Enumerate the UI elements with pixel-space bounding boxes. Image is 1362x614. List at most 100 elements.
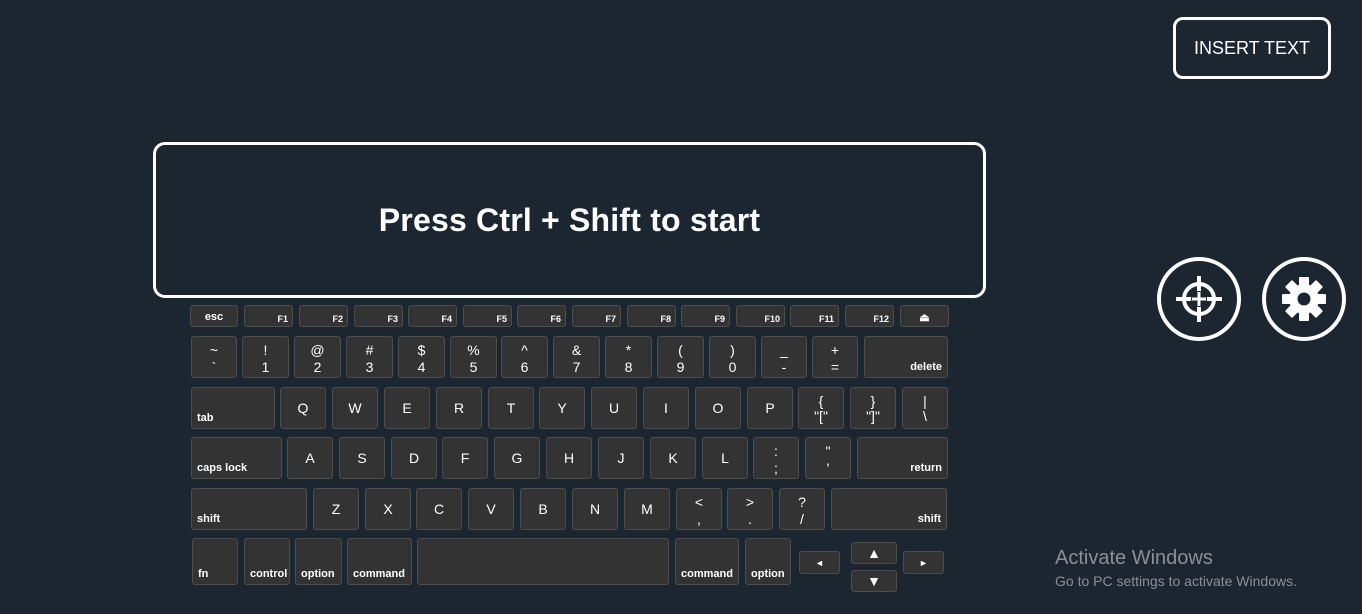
key-command-left[interactable]: command — [347, 538, 412, 585]
key-lower: 7 — [572, 359, 581, 375]
key-command-right[interactable]: command — [675, 538, 739, 585]
key-caps-lock[interactable]: caps lock — [191, 437, 282, 479]
key-6[interactable]: ^ 6 — [501, 336, 548, 378]
key-o[interactable]: O — [695, 387, 741, 429]
key-label: R — [453, 400, 465, 416]
key-c[interactable]: C — [416, 488, 462, 530]
key-semicolon[interactable]: :; — [753, 437, 799, 479]
key-slash[interactable]: ? / — [779, 488, 825, 530]
key-r[interactable]: R — [436, 387, 482, 429]
key-open-bracket[interactable]: {"[" — [798, 387, 844, 429]
key-backtick[interactable]: ~ ` — [191, 336, 237, 378]
key-f8[interactable]: F8 — [627, 305, 676, 327]
key-shift-left[interactable]: shift — [191, 488, 307, 530]
key-m[interactable]: M — [624, 488, 670, 530]
key-option-right[interactable]: option — [745, 538, 791, 585]
key-label: B — [538, 501, 548, 517]
key-v[interactable]: V — [468, 488, 514, 530]
key-shift-right[interactable]: shift — [831, 488, 947, 530]
key-f1[interactable]: F1 — [244, 305, 293, 327]
key-7[interactable]: & 7 — [553, 336, 600, 378]
key-close-bracket[interactable]: } "]" — [850, 387, 896, 429]
key-f3[interactable]: F3 — [354, 305, 403, 327]
key-q[interactable]: Q — [280, 387, 326, 429]
arrow-left-icon: ◄ — [815, 557, 824, 568]
key-2[interactable]: @2 — [294, 336, 341, 378]
key-comma[interactable]: <, — [676, 488, 722, 530]
key-f10[interactable]: F10 — [736, 305, 785, 327]
key-d[interactable]: D — [391, 437, 437, 479]
key-u[interactable]: U — [591, 387, 637, 429]
key-backslash[interactable]: | \ — [902, 387, 948, 429]
key-t[interactable]: T — [488, 387, 534, 429]
key-5[interactable]: % 5 — [450, 336, 497, 378]
key-arrow-left[interactable]: ◄ — [799, 551, 840, 574]
key-delete[interactable]: delete — [864, 336, 948, 378]
key-h[interactable]: H — [546, 437, 592, 479]
key-p[interactable]: P — [747, 387, 793, 429]
key-label: F7 — [605, 314, 616, 324]
key-tab[interactable]: tab — [191, 387, 275, 429]
key-minus[interactable]: _ - — [761, 336, 807, 378]
key-f7[interactable]: F7 — [572, 305, 621, 327]
key-upper: % — [467, 342, 480, 358]
key-8[interactable]: * 8 — [605, 336, 652, 378]
key-y[interactable]: Y — [539, 387, 585, 429]
key-s[interactable]: S — [339, 437, 385, 479]
key-label: N — [589, 501, 601, 517]
insert-text-button[interactable]: INSERT TEXT — [1173, 17, 1331, 79]
key-label: tab — [197, 412, 214, 424]
key-lower: , — [697, 511, 701, 527]
key-label: J — [617, 450, 625, 466]
key-return[interactable]: return — [857, 437, 948, 479]
key-control[interactable]: control — [244, 538, 290, 585]
key-f9[interactable]: F9 — [681, 305, 730, 327]
key-f4[interactable]: F4 — [408, 305, 457, 327]
key-option-left[interactable]: option — [295, 538, 342, 585]
key-g[interactable]: G — [494, 437, 540, 479]
key-f[interactable]: F — [442, 437, 488, 479]
key-f5[interactable]: F5 — [463, 305, 512, 327]
settings-button[interactable] — [1262, 257, 1346, 341]
key-f6[interactable]: F6 — [517, 305, 566, 327]
key-4[interactable]: $4 — [398, 336, 445, 378]
key-label: Z — [331, 501, 341, 517]
key-arrow-up[interactable]: ▲ — [851, 542, 897, 564]
key-1[interactable]: ! 1 — [242, 336, 289, 378]
key-esc[interactable]: esc — [190, 305, 238, 327]
key-a[interactable]: A — [287, 437, 333, 479]
key-e[interactable]: E — [384, 387, 430, 429]
key-arrow-down[interactable]: ▼ — [851, 570, 897, 592]
key-l[interactable]: L — [702, 437, 748, 479]
key-f2[interactable]: F2 — [299, 305, 348, 327]
key-z[interactable]: Z — [313, 488, 359, 530]
key-i[interactable]: I — [643, 387, 689, 429]
key-label: G — [511, 450, 523, 466]
key-label: fn — [198, 568, 209, 580]
key-k[interactable]: K — [650, 437, 696, 479]
key-space[interactable] — [417, 538, 669, 585]
key-j[interactable]: J — [598, 437, 644, 479]
key-equals[interactable]: + = — [812, 336, 858, 378]
key-fn[interactable]: fn — [192, 538, 238, 585]
key-3[interactable]: #3 — [346, 336, 393, 378]
add-crosshair-button[interactable] — [1157, 257, 1241, 341]
key-label: caps lock — [197, 462, 248, 474]
key-9[interactable]: (9 — [657, 336, 704, 378]
key-label: command — [353, 568, 405, 580]
key-eject[interactable]: ⏏ — [900, 305, 949, 327]
key-f11[interactable]: F11 — [790, 305, 839, 327]
key-b[interactable]: B — [520, 488, 566, 530]
key-arrow-right[interactable]: ► — [903, 551, 944, 574]
key-label: command — [681, 568, 733, 580]
key-label: E — [402, 400, 412, 416]
key-period[interactable]: >. — [727, 488, 773, 530]
key-f12[interactable]: F12 — [845, 305, 894, 327]
key-lower: = — [830, 359, 840, 375]
key-x[interactable]: X — [365, 488, 411, 530]
key-lower: 0 — [728, 359, 737, 375]
key-w[interactable]: W — [332, 387, 378, 429]
key-0[interactable]: ) 0 — [709, 336, 756, 378]
key-quote[interactable]: " ' — [805, 437, 851, 479]
key-n[interactable]: N — [572, 488, 618, 530]
